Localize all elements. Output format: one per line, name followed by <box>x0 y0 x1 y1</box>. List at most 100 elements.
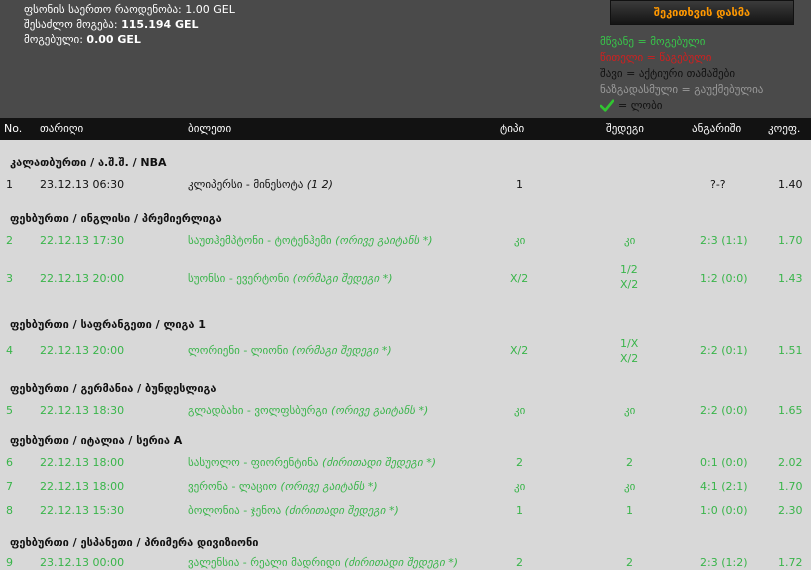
row-result: 2 <box>626 456 633 469</box>
row-score: 1:0 (0:0) <box>700 504 748 517</box>
col-type: ტიპი <box>500 122 525 135</box>
bet-slip-page: ფსონის საერთო რაოდენობა: 1.00 GEL შესაძლ… <box>0 0 811 570</box>
row-match-note: (ძირითადი შედეგი *) <box>322 456 437 469</box>
row-date: 22.12.13 17:30 <box>40 234 125 247</box>
row-result: 1/X X/2 <box>620 337 639 365</box>
row-match: ვერონა - ლაციო (ორივე გაიტანს *) <box>188 480 378 493</box>
total-stake-label: ფსონის საერთო რაოდენობა: <box>24 3 182 16</box>
possible-win-label: შესაძლო მოგება: <box>24 18 118 31</box>
row-match-name: ვალენსია - რეალი მადრიდი <box>188 556 341 569</box>
row-date: 22.12.13 15:30 <box>40 504 125 517</box>
row-no: 2 <box>6 234 13 247</box>
row-type: X/2 <box>510 272 529 285</box>
legend-black: შავი = აქტიური თამაშები <box>600 67 736 80</box>
row-score: 0:1 (0:0) <box>700 456 748 469</box>
row-match-name: საუთჰემპტონი - ტოტენჰემი <box>188 234 332 247</box>
row-type: 1 <box>516 504 523 517</box>
row-match-name: ვერონა - ლაციო <box>188 480 277 493</box>
row-type: კი <box>514 480 526 493</box>
bets-table: No. თარიღი ბილეთი ტიპი შედეგი ანგარიში კ… <box>0 118 811 570</box>
won-row: მოგებული: 0.00 GEL <box>24 32 235 47</box>
row-result: კი <box>624 480 636 493</box>
row-match-note: (ორმაგი შედეგი *) <box>292 272 393 285</box>
row-match-note: (ორივე გაიტანს *) <box>280 480 378 493</box>
row-match: საუთჰემპტონი - ტოტენჰემი (ორივე გაიტანს … <box>188 234 433 247</box>
table-header: No. თარიღი ბილეთი ტიპი შედეგი ანგარიში კ… <box>0 118 811 140</box>
row-type: 1 <box>516 178 523 191</box>
row-match-name: ბოლონია - ჯენოა <box>188 504 282 517</box>
row-no: 1 <box>6 178 13 191</box>
row-match: სასუოლო - ფიორენტინა (ძირითადი შედეგი *) <box>188 456 436 469</box>
row-type: 2 <box>516 556 523 569</box>
row-match-name: სასუოლო - ფიორენტინა <box>188 456 319 469</box>
row-date: 22.12.13 18:30 <box>40 404 125 417</box>
possible-win-value: 115.194 GEL <box>121 18 199 31</box>
row-no: 5 <box>6 404 13 417</box>
row-type: კი <box>514 404 526 417</box>
row-odds: 1.43 <box>778 272 803 285</box>
row-date: 22.12.13 18:00 <box>40 456 125 469</box>
row-match-name: გლადბახი - ვოლფსბურგი <box>188 404 328 417</box>
group-title: ფეხბურთი / საფრანგეთი / ლიგა 1 <box>10 318 206 331</box>
row-no: 8 <box>6 504 13 517</box>
legend-lobby: = ლობი <box>600 98 763 114</box>
row-match-note: (ძირითადი შედეგი *) <box>284 504 399 517</box>
row-match: ბოლონია - ჯენოა (ძირითადი შედეგი *) <box>188 504 399 517</box>
row-match-note: (ორმაგი შედეგი *) <box>291 344 392 357</box>
row-score: 4:1 (2:1) <box>700 480 748 493</box>
group-title: კალათბურთი / ა.შ.შ. / NBA <box>10 156 167 169</box>
group-title: ფეხბურთი / ესპანეთი / პრიმერა დივიზიონი <box>10 536 259 549</box>
row-match: სუონსი - ევერტონი (ორმაგი შედეგი *) <box>188 272 393 285</box>
row-odds: 1.65 <box>778 404 803 417</box>
row-type: კი <box>514 234 526 247</box>
legend: მწვანე = მოგებული წითელი = წაგებული შავი… <box>600 34 763 114</box>
row-odds: 2.02 <box>778 456 803 469</box>
row-match-note: (ორივე გაიტანს *) <box>335 234 433 247</box>
row-date: 22.12.13 20:00 <box>40 272 125 285</box>
row-odds: 1.40 <box>778 178 803 191</box>
won-value: 0.00 GEL <box>86 33 141 46</box>
col-odds: კოეფ. <box>768 122 801 135</box>
row-score: 2:2 (0:0) <box>700 404 748 417</box>
row-match-name: სუონსი - ევერტონი <box>188 272 290 285</box>
bet-summary: ფსონის საერთო რაოდენობა: 1.00 GEL შესაძლ… <box>24 2 235 47</box>
row-result: 1/2 X/2 <box>620 263 639 291</box>
row-match: ვალენსია - რეალი მადრიდი (ძირითადი შედეგ… <box>188 556 458 569</box>
row-match-name: ლორიენი - ლიონი <box>188 344 289 357</box>
check-icon <box>600 99 614 112</box>
row-score: 1:2 (0:0) <box>700 272 748 285</box>
row-match-note: (ორივე გაიტანს *) <box>330 404 429 417</box>
row-match-note: (ძირითადი შედეგი *) <box>344 556 459 569</box>
col-ticket: ბილეთი <box>188 122 232 135</box>
legend-green: მწვანე = მოგებული <box>600 35 706 48</box>
row-match: ლორიენი - ლიონი (ორმაგი შედეგი *) <box>188 344 392 357</box>
possible-win-row: შესაძლო მოგება: 115.194 GEL <box>24 17 235 32</box>
group-title: ფეხბურთი / იტალია / სერია A <box>10 434 183 447</box>
total-stake-row: ფსონის საერთო რაოდენობა: 1.00 GEL <box>24 2 235 17</box>
group-title: ფეხბურთი / გერმანია / ბუნდესლიგა <box>10 382 217 395</box>
row-date: 23.12.13 00:00 <box>40 556 125 569</box>
row-match: კლიპერსი - მინესოტა (1 2) <box>188 178 333 191</box>
col-date: თარიღი <box>40 122 84 135</box>
group-title: ფეხბურთი / ინგლისი / პრემიერლიგა <box>10 212 222 225</box>
row-result: 1 <box>626 504 633 517</box>
row-score: 2:2 (0:1) <box>700 344 748 357</box>
row-odds: 1.70 <box>778 480 803 493</box>
won-label: მოგებული: <box>24 33 83 46</box>
row-type: X/2 <box>510 344 529 357</box>
col-no: No. <box>4 122 23 135</box>
row-odds: 1.70 <box>778 234 803 247</box>
row-date: 22.12.13 18:00 <box>40 480 125 493</box>
col-result: შედეგი <box>606 122 644 135</box>
row-match-name: კლიპერსი - მინესოტა <box>188 178 304 191</box>
row-odds: 1.51 <box>778 344 803 357</box>
row-no: 7 <box>6 480 13 493</box>
ask-question-button[interactable]: შეკითხვის დასმა <box>610 0 794 25</box>
legend-red: წითელი = წაგებული <box>600 51 712 64</box>
row-odds: 1.72 <box>778 556 803 569</box>
row-score: 2:3 (1:2) <box>700 556 748 569</box>
col-score: ანგარიში <box>692 122 742 135</box>
row-match: გლადბახი - ვოლფსბურგი (ორივე გაიტანს *) <box>188 404 428 417</box>
legend-gray: ნაზგადასმული = გაუქმებულია <box>600 83 764 96</box>
row-result: კი <box>624 404 636 417</box>
